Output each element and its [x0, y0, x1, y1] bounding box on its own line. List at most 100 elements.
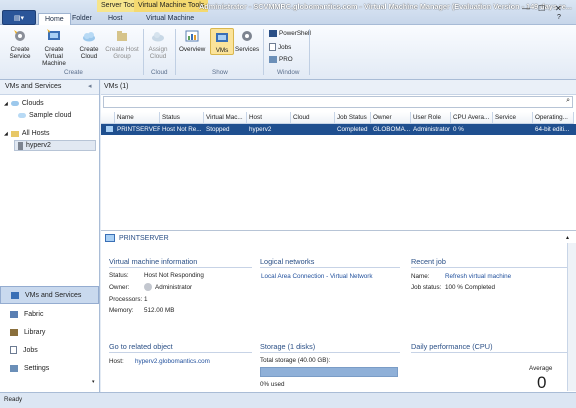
title-bar: ▤▾ Server Tools Virtual Machine Tools Ad… [0, 0, 576, 26]
column-header-owner[interactable]: Owner [371, 112, 411, 124]
pro-button[interactable]: PRO [269, 56, 293, 63]
status-value: Host Not Responding [144, 272, 204, 279]
details-scrollbar[interactable] [567, 243, 576, 391]
overview-icon [185, 30, 199, 42]
vm-icon [105, 234, 115, 242]
job-status-label: Job status: [411, 284, 442, 291]
cell-name: PRINTSERVER [117, 126, 160, 133]
vm-icon [47, 29, 60, 40]
column-header-icon[interactable] [101, 112, 115, 124]
cell-operating-system: 64-bit editi... [535, 126, 570, 133]
details-title: PRINTSERVER [105, 234, 169, 242]
create-vm-button[interactable]: Create Virtual Machine [35, 28, 73, 67]
create-service-button[interactable]: Create Service [6, 28, 34, 60]
service-gear-icon [14, 30, 25, 41]
overview-button[interactable]: Overview [179, 28, 205, 53]
total-storage-label: Total storage (40.00 GB): [260, 357, 331, 364]
user-icon [144, 283, 152, 291]
cell-user-role: Administrator [413, 126, 451, 133]
column-header-cpu[interactable]: CPU Avera... [451, 112, 493, 124]
ribbon-separator [263, 29, 264, 75]
storage-heading: Storage (1 disks) [260, 342, 316, 351]
help-icon[interactable]: ? [557, 14, 561, 21]
search-icon: ⌕ [566, 97, 570, 104]
tab-virtual-machine[interactable]: Virtual Machine [140, 13, 200, 24]
ribbon-separator [309, 29, 310, 75]
powershell-button[interactable]: PowerShell [269, 30, 311, 37]
ribbon: Create Service Create Virtual Machine Cr… [0, 25, 576, 80]
collapse-arrow-icon[interactable]: ◢ [4, 101, 8, 107]
tab-host[interactable]: Host [102, 13, 128, 24]
services-gear-icon [242, 31, 253, 41]
section-divider [260, 267, 400, 268]
column-header-job-status[interactable]: Job Status [335, 112, 371, 124]
maximize-button[interactable]: ☐ [538, 4, 545, 13]
column-header-cloud[interactable]: Cloud [291, 112, 335, 124]
powershell-icon [269, 30, 277, 37]
storage-bar [260, 367, 398, 377]
cloud-icon [83, 32, 95, 42]
nav-library[interactable]: Library [0, 323, 99, 341]
jobs-button[interactable]: Jobs [269, 43, 291, 51]
memory-value: 512.00 MB [144, 307, 175, 314]
column-header-operating-system[interactable]: Operating... [533, 112, 574, 124]
related-host-link[interactable]: hyperv2.globomantics.com [135, 358, 210, 365]
vmm-window: ▤▾ Server Tools Virtual Machine Tools Ad… [0, 0, 576, 408]
collapse-details-icon[interactable]: ▴ [566, 234, 569, 241]
cloud-icon [18, 113, 26, 118]
window-title: Administrator - SCVMMRC.globomantics.com… [199, 2, 572, 11]
app-menu-button[interactable]: ▤▾ [2, 10, 36, 25]
column-header-status[interactable]: Status [160, 112, 204, 124]
assign-cloud-icon [152, 32, 164, 42]
logical-network-link[interactable]: Local Area Connection - Virtual Network [261, 273, 373, 280]
owner-value: Administrator [155, 284, 193, 291]
tree-item-clouds[interactable]: ◢ Clouds [4, 100, 44, 107]
column-header-virtual-machine[interactable]: Virtual Mac... [204, 112, 247, 124]
column-header-name[interactable]: Name [115, 112, 160, 124]
nav-jobs[interactable]: Jobs [0, 341, 99, 359]
minimize-button[interactable]: — [522, 4, 530, 13]
section-divider [109, 352, 252, 353]
job-status-value: 100 % Completed [445, 284, 496, 291]
related-host-label: Host: [109, 358, 124, 365]
left-pane: VMs and Services ◂ ◢ Clouds Sample cloud… [0, 80, 100, 392]
library-icon [10, 328, 18, 336]
create-host-group-button[interactable]: Create Host Group [104, 28, 140, 60]
related-object-heading: Go to related object [109, 342, 173, 351]
tree-item-sample-cloud[interactable]: Sample cloud [18, 112, 71, 119]
fabric-icon [10, 310, 18, 318]
search-input[interactable]: ⌕ [103, 96, 573, 108]
logical-networks-heading: Logical networks [260, 257, 315, 266]
services-button[interactable]: Services [235, 28, 259, 53]
cell-status: Host Not Re... [162, 126, 202, 133]
nav-overflow-icon[interactable]: ▾ [92, 379, 95, 385]
nav-settings[interactable]: Settings [0, 359, 99, 377]
status-bar: Ready [0, 392, 576, 408]
context-group-vm-tools: Virtual Machine Tools [134, 0, 209, 12]
assign-cloud-button[interactable]: Assign Cloud [146, 28, 170, 60]
tree-item-hyperv2[interactable]: hyperv2 [14, 140, 96, 151]
collapse-icon[interactable]: ◂ [88, 80, 92, 94]
status-text: Ready [4, 396, 23, 403]
column-header-user-role[interactable]: User Role [411, 112, 451, 124]
tab-folder[interactable]: Folder [66, 13, 98, 24]
collapse-arrow-icon[interactable]: ◢ [4, 131, 8, 137]
folder-icon [10, 130, 19, 137]
group-label-window: Window [277, 69, 300, 76]
vms-services-icon [11, 291, 19, 299]
nav-fabric[interactable]: Fabric [0, 305, 99, 323]
average-label: Average [529, 365, 553, 372]
tree-item-all-hosts[interactable]: ◢ All Hosts [4, 130, 49, 137]
pro-icon [269, 56, 277, 63]
nav-vms-and-services[interactable]: VMs and Services [0, 286, 99, 304]
column-header-host[interactable]: Host [247, 112, 291, 124]
create-cloud-button[interactable]: Create Cloud [76, 28, 102, 60]
average-value: 0 [537, 373, 547, 392]
close-button[interactable]: ✕ [555, 4, 562, 13]
vms-button[interactable]: VMs [210, 28, 234, 55]
job-name-link[interactable]: Refresh virtual machine [445, 273, 511, 280]
column-header-service[interactable]: Service [493, 112, 533, 124]
group-label-cloud: Cloud [151, 69, 168, 76]
processors-label: Processors: [109, 296, 143, 303]
job-name-label: Name: [411, 273, 430, 280]
